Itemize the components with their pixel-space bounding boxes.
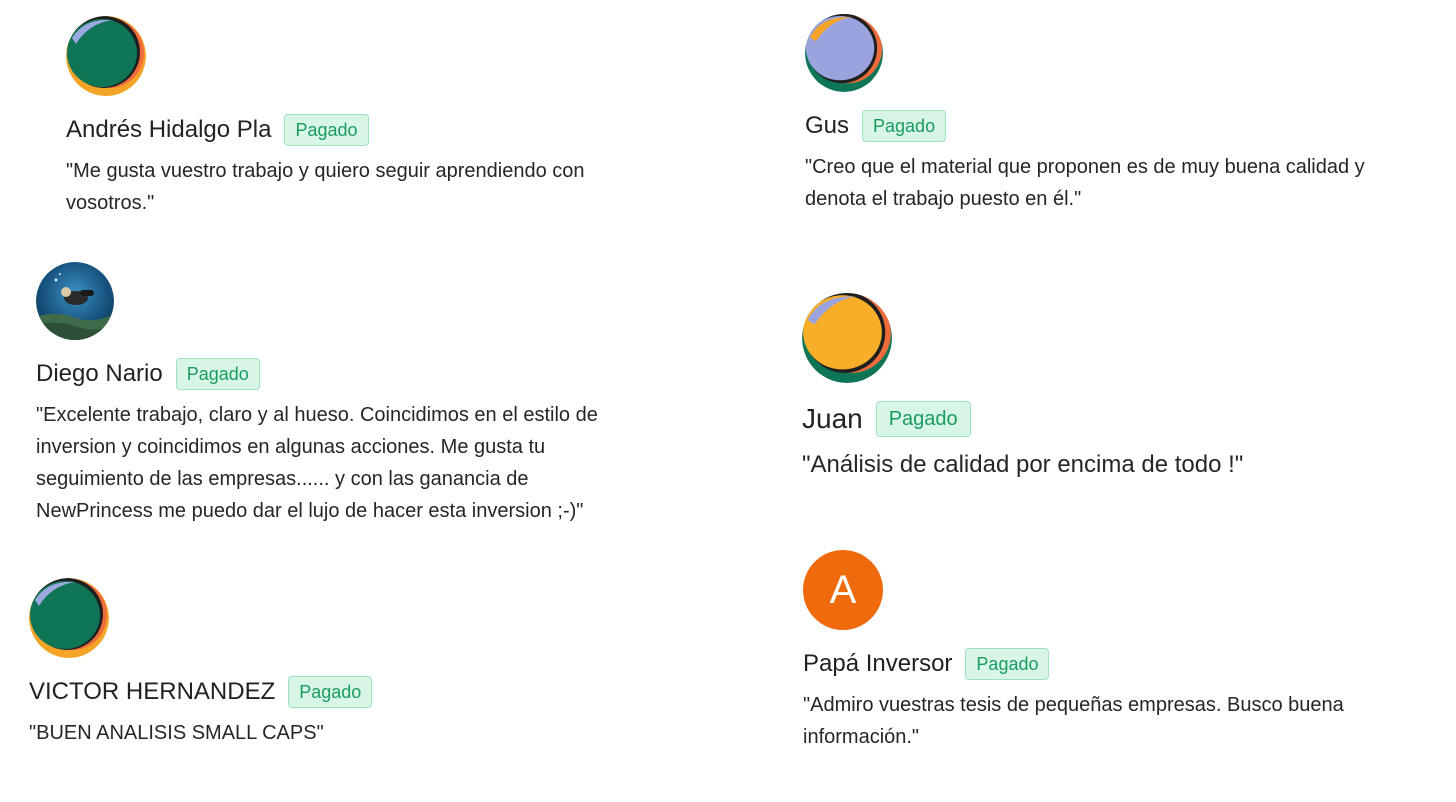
testimonial-quote: "Me gusta vuestro trabajo y quiero segui…	[66, 160, 585, 214]
name-row: Diego Nario Pagado	[36, 358, 636, 390]
testimonial-andres: Andrés Hidalgo Pla Pagado "Me gusta vues…	[66, 16, 666, 219]
author-name: Papá Inversor	[803, 650, 953, 677]
avatar[interactable]	[29, 578, 109, 658]
avatar[interactable]: A	[803, 550, 883, 630]
author-name: Juan	[802, 403, 863, 434]
author-name: Diego Nario	[36, 360, 163, 387]
testimonial-papa-inversor: A Papá Inversor Pagado "Admiro vuestras …	[803, 550, 1423, 753]
name-row: Gus Pagado	[805, 110, 1425, 142]
testimonial-gus: Gus Pagado "Creo que el material que pro…	[805, 14, 1425, 215]
avatar[interactable]	[805, 14, 883, 92]
name-row: Papá Inversor Pagado	[803, 648, 1423, 680]
paid-badge: Pagado	[862, 110, 947, 142]
name-row: Juan Pagado	[802, 401, 1422, 437]
paid-badge: Pagado	[284, 114, 369, 146]
avatar[interactable]	[802, 293, 892, 383]
author-name: Andrés Hidalgo Pla	[66, 116, 272, 143]
testimonial-quote: "Creo que el material que proponen es de…	[805, 156, 1365, 210]
avatar[interactable]	[66, 16, 146, 96]
name-row: VICTOR HERNANDEZ Pagado	[29, 676, 629, 708]
testimonial-quote: "Análisis de calidad por encima de todo …	[802, 451, 1244, 478]
paid-badge: Pagado	[965, 648, 1050, 680]
name-row: Andrés Hidalgo Pla Pagado	[66, 114, 666, 146]
testimonials-page: Andrés Hidalgo Pla Pagado "Me gusta vues…	[0, 0, 1456, 802]
testimonial-juan: Juan Pagado "Análisis de calidad por enc…	[802, 293, 1422, 481]
testimonial-quote: "Admiro vuestras tesis de pequeñas empre…	[803, 694, 1344, 748]
paid-badge: Pagado	[175, 358, 260, 390]
avatar[interactable]	[36, 262, 114, 340]
author-name: Gus	[805, 112, 850, 139]
testimonial-quote: "Excelente trabajo, claro y al hueso. Co…	[36, 404, 598, 522]
testimonial-diego: Diego Nario Pagado "Excelente trabajo, c…	[36, 262, 636, 527]
paid-badge: Pagado	[875, 401, 971, 437]
author-name: VICTOR HERNANDEZ	[29, 678, 276, 705]
testimonial-victor: VICTOR HERNANDEZ Pagado "BUEN ANALISIS S…	[29, 578, 629, 749]
testimonial-quote: "BUEN ANALISIS SMALL CAPS"	[29, 722, 324, 744]
paid-badge: Pagado	[288, 676, 373, 708]
